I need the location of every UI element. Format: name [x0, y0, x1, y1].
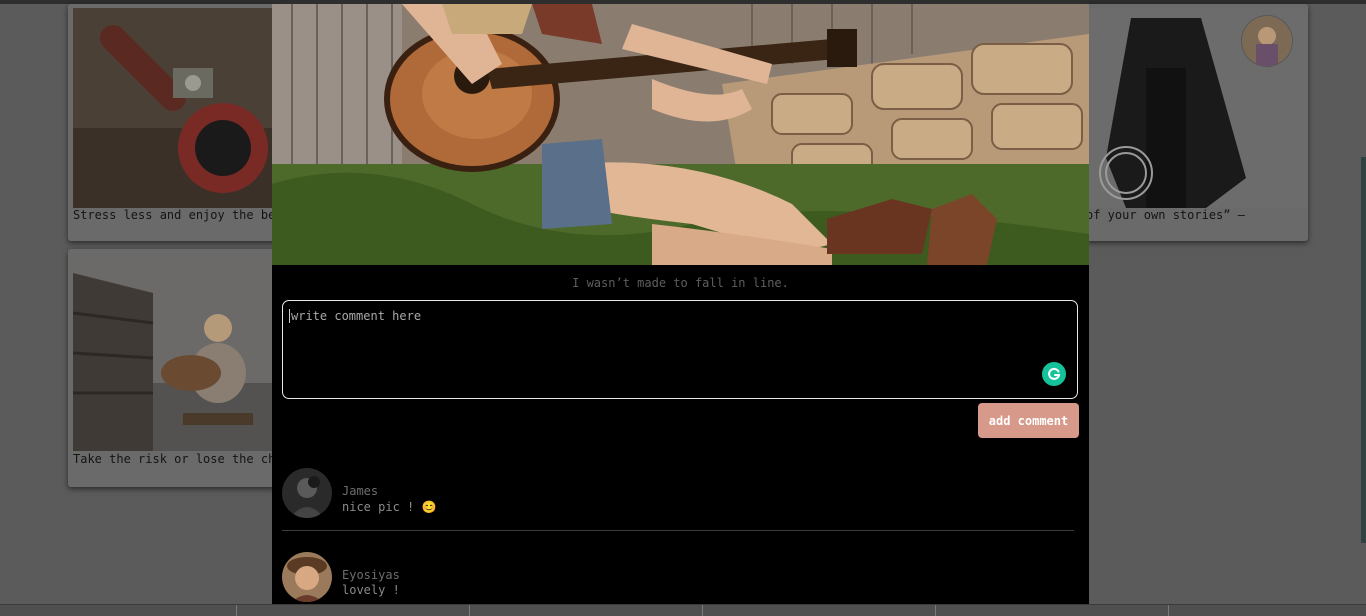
guitar-photo-art	[272, 4, 1089, 265]
comment-author[interactable]: Eyosiyas	[342, 568, 400, 582]
post-image-art	[73, 253, 278, 451]
text-caret	[289, 309, 290, 323]
grammarly-icon[interactable]	[1042, 362, 1066, 386]
bottom-bar	[0, 604, 1366, 616]
post-caption: of your own stories” –	[1086, 208, 1245, 222]
add-comment-button[interactable]: add comment	[978, 403, 1079, 438]
post-caption: Take the risk or lose the ch	[73, 452, 276, 466]
avatar-art	[282, 468, 332, 518]
post-caption: Stress less and enjoy the be	[73, 208, 276, 222]
post-caption: I wasn’t made to fall in line.	[572, 276, 789, 290]
user-avatar[interactable]	[1242, 16, 1292, 66]
comment-input[interactable]	[289, 307, 1033, 391]
modal-image	[272, 4, 1089, 265]
post-modal: I wasn’t made to fall in line. add comme…	[272, 4, 1089, 604]
comment-box[interactable]	[282, 300, 1078, 399]
post-image	[73, 8, 278, 208]
avatar-art	[1242, 16, 1292, 66]
post-card-3[interactable]: of your own stories” –	[1086, 4, 1308, 241]
post-image	[73, 253, 278, 451]
comment-text: lovely !	[342, 583, 400, 597]
scrollbar[interactable]	[1361, 157, 1366, 543]
user-avatar[interactable]	[282, 468, 332, 518]
grammarly-glyph	[1048, 367, 1061, 380]
comment-divider	[282, 530, 1074, 531]
user-avatar[interactable]	[282, 552, 332, 602]
avatar-art	[282, 552, 332, 602]
post-image-art	[73, 8, 278, 208]
post-card-1[interactable]: Stress less and enjoy the be	[68, 4, 278, 241]
post-card-2[interactable]: Take the risk or lose the ch	[68, 249, 278, 487]
comment-author[interactable]: James	[342, 484, 378, 498]
comment-text: nice pic ! 😊	[342, 500, 437, 514]
